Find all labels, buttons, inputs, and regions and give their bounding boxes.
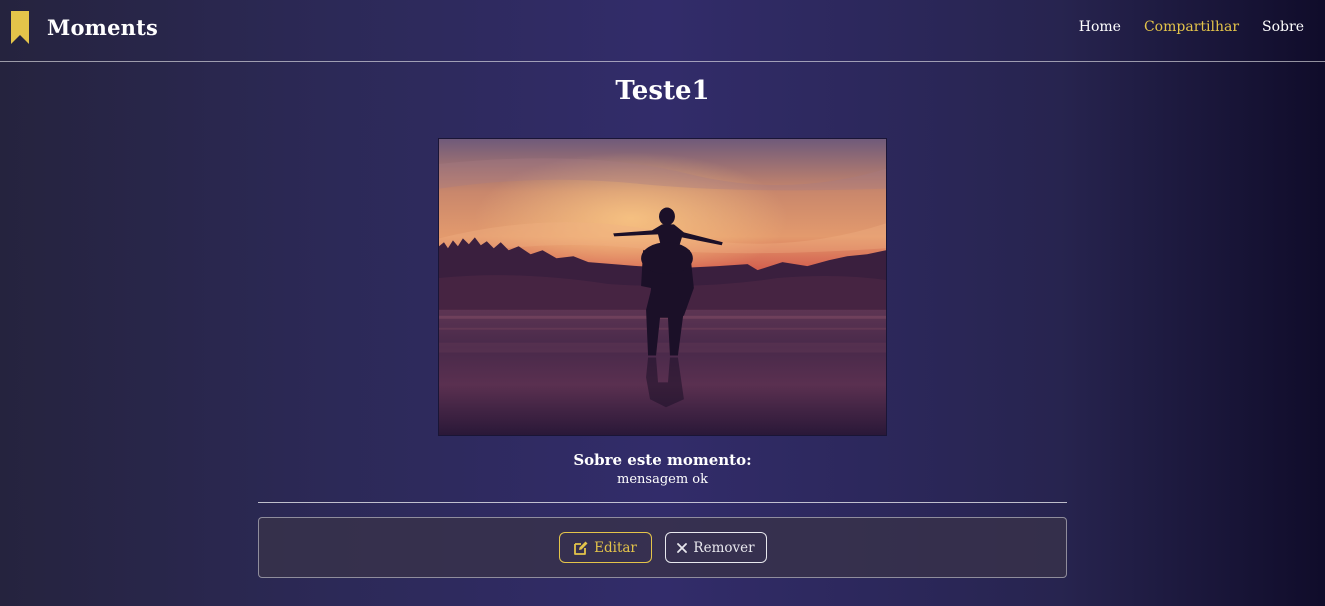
- brand[interactable]: Moments: [10, 10, 158, 44]
- divider: [258, 502, 1067, 503]
- nav-sobre[interactable]: Sobre: [1262, 19, 1304, 35]
- edit-icon: [574, 541, 588, 555]
- edit-label: Editar: [594, 539, 637, 556]
- remove-label: Remover: [693, 539, 755, 556]
- main-nav: Home Compartilhar Sobre: [1079, 19, 1304, 35]
- top-navbar: Moments Home Compartilhar Sobre: [0, 0, 1325, 62]
- nav-compartilhar[interactable]: Compartilhar: [1144, 19, 1239, 35]
- nav-home[interactable]: Home: [1079, 19, 1121, 35]
- brand-name: Moments: [47, 14, 159, 40]
- bookmark-icon: [11, 10, 29, 44]
- edit-button[interactable]: Editar: [559, 532, 652, 563]
- about-text: mensagem ok: [617, 472, 708, 487]
- remove-button[interactable]: Remover: [665, 532, 767, 563]
- actions-panel: Editar Remover: [258, 517, 1067, 578]
- moment-photo: [438, 138, 887, 436]
- about-heading: Sobre este momento:: [573, 451, 752, 469]
- close-icon: [677, 542, 688, 553]
- moment-title: Teste1: [615, 76, 710, 106]
